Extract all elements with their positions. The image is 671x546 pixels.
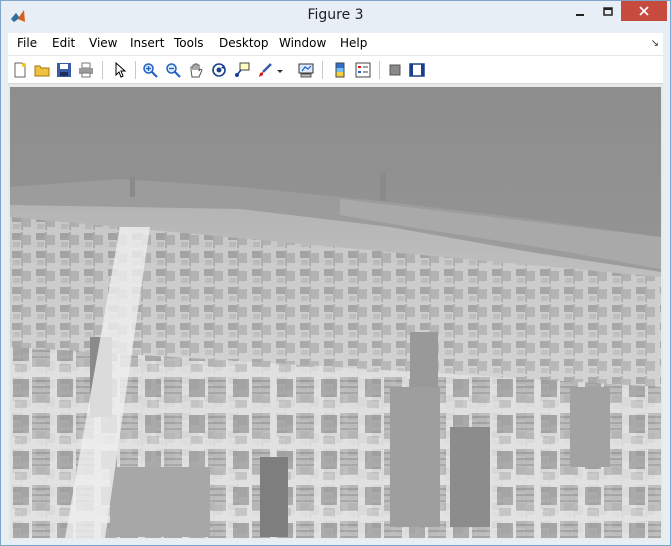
brush-icon (259, 63, 272, 77)
save-disk-icon (57, 63, 71, 77)
open-folder-icon (34, 65, 50, 77)
open-file-button[interactable] (32, 60, 52, 80)
hide-plot-tools-icon (389, 64, 401, 76)
menu-window[interactable]: Window (279, 36, 326, 50)
print-figure-button[interactable] (76, 60, 96, 80)
close-icon (639, 6, 649, 16)
figure-canvas (8, 84, 663, 539)
save-figure-button[interactable] (54, 60, 74, 80)
link-plot-button[interactable] (296, 60, 316, 80)
new-figure-button[interactable] (10, 60, 30, 80)
data-cursor-button[interactable] (232, 60, 252, 80)
link-plot-icon (298, 63, 314, 78)
minimize-button[interactable] (567, 1, 593, 23)
menu-edit[interactable]: Edit (52, 36, 75, 50)
insert-legend-button[interactable] (353, 60, 373, 80)
dropdown-arrow-icon (277, 70, 283, 73)
show-plot-tools-icon (409, 63, 425, 77)
hide-plot-tools-button[interactable] (385, 60, 405, 80)
legend-icon (355, 62, 371, 78)
menu-view[interactable]: View (89, 36, 117, 50)
maximize-icon (603, 7, 613, 16)
menu-desktop[interactable]: Desktop (219, 36, 269, 50)
brush-button[interactable] (255, 60, 275, 80)
new-file-icon (14, 62, 26, 78)
toolbar-separator (135, 61, 136, 79)
edit-plot-button[interactable] (110, 60, 130, 80)
data-cursor-icon (235, 62, 250, 77)
rotate-3d-button[interactable] (209, 60, 229, 80)
figure-toolbar (8, 56, 663, 84)
toolbar-separator (322, 61, 323, 79)
toolbar-separator (379, 61, 380, 79)
menu-file[interactable]: File (17, 36, 37, 50)
figure-window: Figure 3 File Edit View Insert Tools Des… (0, 0, 671, 546)
insert-colorbar-button[interactable] (330, 60, 350, 80)
toolbar-separator (102, 61, 103, 79)
menu-bar: File Edit View Insert Tools Desktop Wind… (8, 33, 663, 56)
title-bar: Figure 3 (1, 1, 670, 32)
menu-help[interactable]: Help (340, 36, 367, 50)
pan-button[interactable] (186, 60, 206, 80)
pointer-arrow-icon (115, 62, 127, 78)
zoom-out-icon (166, 63, 181, 78)
printer-icon (79, 62, 93, 78)
show-plot-tools-button[interactable] (407, 60, 427, 80)
zoom-in-icon (143, 63, 158, 78)
maximize-button[interactable] (595, 1, 621, 23)
brush-options-button[interactable] (275, 60, 285, 80)
menu-tools[interactable]: Tools (174, 36, 204, 50)
dock-arrow-icon[interactable]: ↘ (651, 38, 659, 49)
zoom-out-button[interactable] (163, 60, 183, 80)
minimize-icon (576, 14, 584, 16)
close-button[interactable] (621, 1, 667, 21)
rotate-3d-icon (212, 63, 226, 77)
zoom-in-button[interactable] (140, 60, 160, 80)
grayscale-city-image (10, 87, 661, 538)
hand-pan-icon (190, 63, 203, 78)
menu-insert[interactable]: Insert (130, 36, 164, 50)
colorbar-icon (335, 62, 345, 78)
